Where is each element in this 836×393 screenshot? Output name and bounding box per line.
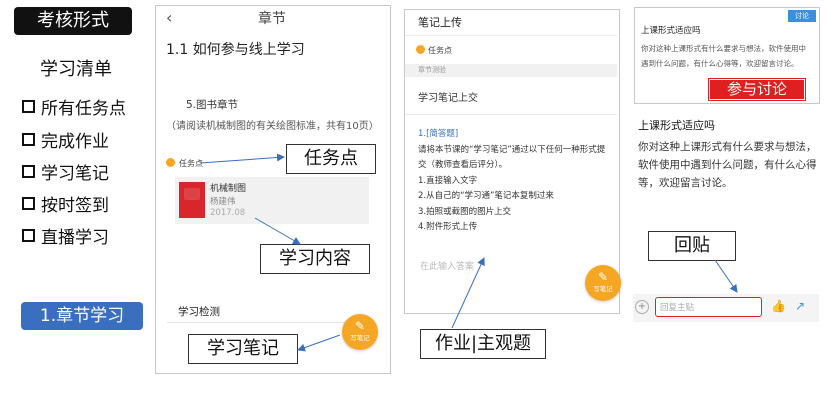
arrow-task-point <box>199 153 285 164</box>
arrow-homework <box>451 257 485 329</box>
arrow-reply <box>714 259 738 293</box>
arrow-notes <box>297 334 341 352</box>
annotation-arrows <box>199 153 738 352</box>
arrow-learning-content <box>254 217 301 245</box>
